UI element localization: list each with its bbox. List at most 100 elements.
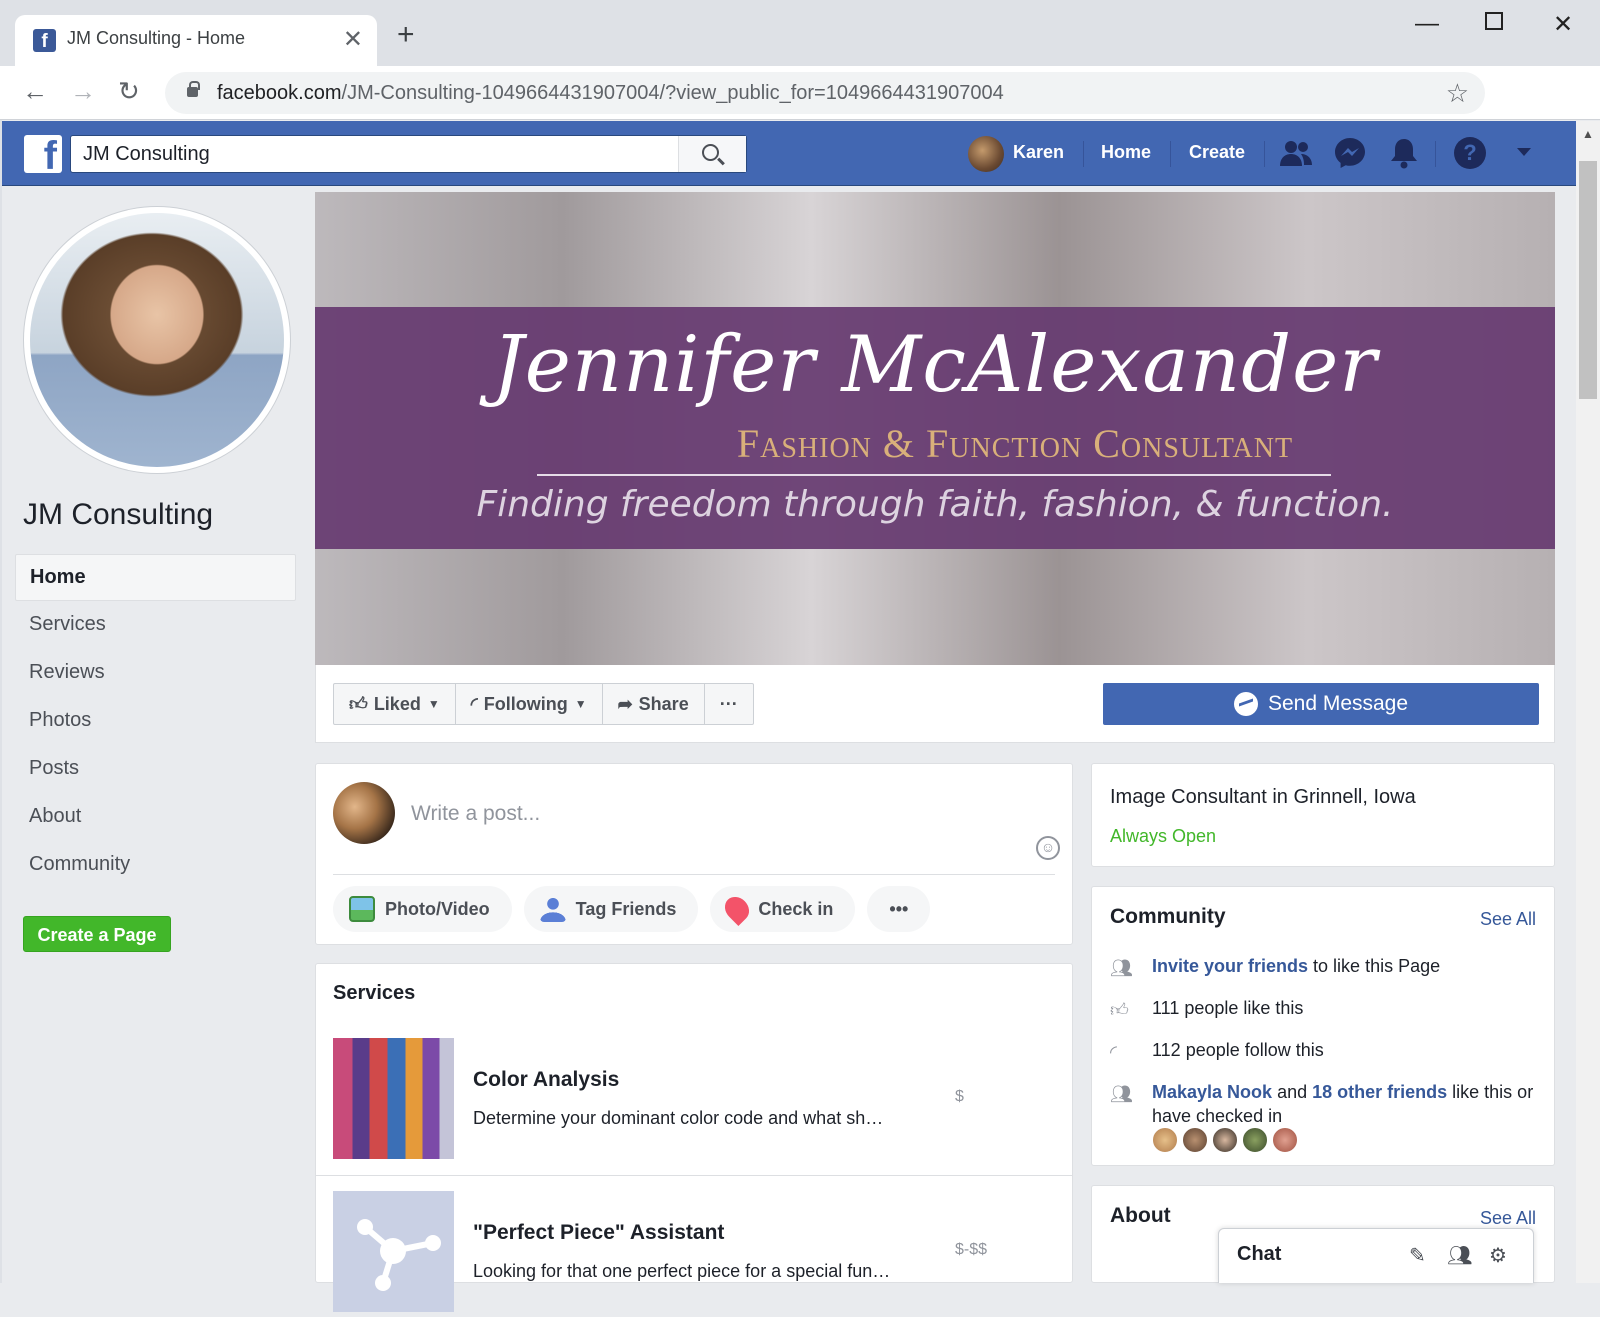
notifications-bell-icon[interactable] [1387, 136, 1421, 170]
likes-row: 👍︎ 111 people like this [1110, 996, 1540, 1020]
nav-photos[interactable]: Photos [15, 698, 296, 745]
liked-label: Liked [373, 693, 421, 714]
nav-community[interactable]: Community [15, 842, 296, 889]
url-bar[interactable]: facebook.com/JM-Consulting-1049664431907… [165, 72, 1485, 114]
user-avatar[interactable] [968, 136, 1004, 172]
scrollbar-thumb[interactable] [1579, 161, 1597, 399]
url-text[interactable]: facebook.com/JM-Consulting-1049664431907… [217, 82, 1004, 105]
and-text: and [1272, 1082, 1313, 1102]
compose-new-message-icon[interactable]: ✎ [1409, 1243, 1426, 1268]
services-heading: Services [333, 982, 416, 1004]
invite-friends-link[interactable]: Invite your friends [1152, 956, 1308, 976]
new-tab-button[interactable]: + [397, 20, 415, 50]
messenger-icon[interactable] [1333, 136, 1367, 170]
services-card: Services Color Analysis Determine your d… [315, 963, 1073, 1312]
nav-posts[interactable]: Posts [15, 746, 296, 793]
search-box [70, 135, 747, 173]
tag-friends-button[interactable]: Tag Friends [523, 886, 699, 932]
action-button-group: 👍︎ Liked ▼ ◜ Following ▼ ➦ Share ··· [333, 683, 754, 725]
service-item[interactable]: Color Analysis Determine your dominant c… [333, 1038, 1055, 1160]
browser-tabstrip: f JM Consulting - Home ✕ + — ✕ [0, 0, 1600, 66]
reload-icon[interactable]: ↻ [118, 78, 140, 104]
community-see-all-link[interactable]: See All [1480, 909, 1536, 930]
new-group-icon[interactable]: 👥︎ [1447, 1243, 1472, 1268]
rss-follow-icon: ◜ [470, 693, 478, 714]
friends-icon: 👥︎ [1110, 1084, 1133, 1104]
thumbs-up-icon: 👍︎ [349, 694, 368, 714]
browser-tab[interactable]: f JM Consulting - Home ✕ [15, 15, 377, 66]
nav-home[interactable]: Home [15, 554, 296, 601]
more-options-button[interactable]: ··· [705, 684, 753, 724]
create-page-button[interactable]: Create a Page [23, 916, 171, 952]
send-message-button[interactable]: Send Message [1103, 683, 1539, 725]
share-button[interactable]: ➦ Share [603, 684, 705, 724]
home-link[interactable]: Home [1101, 142, 1151, 163]
friend-avatar[interactable] [1152, 1127, 1178, 1153]
more-composer-options-button[interactable]: ••• [867, 886, 931, 932]
scroll-up-arrow-icon[interactable]: ▲ [1582, 127, 1594, 141]
search-button[interactable] [678, 136, 746, 172]
service-name[interactable]: "Perfect Piece" Assistant [473, 1221, 724, 1245]
back-arrow-icon[interactable]: ← [22, 78, 48, 104]
liked-button[interactable]: 👍︎ Liked ▼ [334, 684, 456, 724]
friend-avatar[interactable] [1182, 1127, 1208, 1153]
divider [1170, 141, 1171, 167]
minimize-icon[interactable]: — [1415, 10, 1439, 38]
service-name[interactable]: Color Analysis [473, 1068, 619, 1092]
likes-count: 111 people like this [1152, 998, 1304, 1018]
friend-avatar[interactable] [1212, 1127, 1238, 1153]
photo-video-button[interactable]: Photo/Video [333, 886, 512, 932]
tab-title: JM Consulting - Home [67, 28, 246, 48]
bookmark-star-icon[interactable]: ☆ [1446, 78, 1469, 109]
cover-photo[interactable]: Jennifer McAlexander Fashion & Function … [315, 192, 1555, 665]
facebook-logo-icon[interactable]: f [24, 135, 62, 173]
chat-settings-gear-icon[interactable]: ⚙ [1489, 1243, 1507, 1268]
post-composer: Write a post... ☺ Photo/Video Tag Friend… [315, 763, 1073, 945]
page-action-bar: 👍︎ Liked ▼ ◜ Following ▼ ➦ Share ··· Send Mes… [315, 665, 1555, 743]
follows-count: 112 people follow this [1152, 1040, 1324, 1060]
composer-avatar [333, 782, 395, 844]
community-card: Community See All 👥︎ Invite your friends … [1091, 886, 1555, 1166]
service-description: Looking for that one perfect piece for a… [473, 1261, 891, 1281]
write-post-input[interactable]: Write a post... [411, 802, 540, 826]
search-input[interactable] [71, 136, 676, 172]
friend-requests-icon[interactable] [1279, 136, 1313, 170]
friends-icon: 👥︎ [1110, 958, 1133, 978]
service-item[interactable]: "Perfect Piece" Assistant Looking for th… [333, 1191, 1055, 1313]
emoji-icon[interactable]: ☺ [1036, 836, 1060, 860]
cover-divider [537, 474, 1331, 476]
friend-link[interactable]: Makayla Nook [1152, 1082, 1272, 1102]
chat-bar[interactable]: Chat ✎ 👥︎ ⚙ [1218, 1228, 1534, 1283]
cover-tagline: Finding freedom through faith, fashion, … [476, 484, 1394, 525]
nav-reviews[interactable]: Reviews [15, 650, 296, 697]
lock-icon [187, 81, 200, 97]
following-button[interactable]: ◜ Following ▼ [456, 684, 603, 724]
service-description: Determine your dominant color code and w… [473, 1108, 884, 1128]
friend-avatar[interactable] [1242, 1127, 1268, 1153]
messenger-icon [1233, 692, 1258, 716]
profile-picture[interactable] [24, 207, 290, 473]
forward-arrow-icon[interactable]: → [70, 78, 96, 104]
window-close-icon[interactable]: ✕ [1553, 10, 1573, 39]
window-border [0, 0, 2, 1283]
divider [333, 874, 1055, 875]
maximize-icon[interactable] [1485, 12, 1503, 30]
check-in-button[interactable]: Check in [710, 886, 856, 932]
about-see-all-link[interactable]: See All [1480, 1208, 1536, 1229]
hours-status[interactable]: Always Open [1110, 826, 1216, 847]
service-price: $-$$ [955, 1241, 988, 1258]
other-friends-link[interactable]: 18 other friends [1312, 1082, 1447, 1102]
nav-about[interactable]: About [15, 794, 296, 841]
vertical-scrollbar[interactable]: ▲ [1576, 121, 1600, 1283]
user-name-link[interactable]: Karen [1013, 142, 1064, 163]
account-menu-chevron-icon[interactable] [1517, 148, 1531, 156]
address-bar-row: ← → ↻ facebook.com/JM-Consulting-1049664… [0, 66, 1600, 120]
friend-avatar[interactable] [1272, 1127, 1298, 1153]
cover-script-name: Jennifer McAlexander [492, 320, 1378, 410]
help-icon[interactable]: ? [1454, 137, 1486, 169]
tab-close-icon[interactable]: ✕ [343, 25, 363, 54]
create-link[interactable]: Create [1189, 142, 1245, 163]
location-pin-icon [720, 892, 755, 926]
share-label: Share [638, 693, 689, 714]
nav-services[interactable]: Services [15, 602, 296, 649]
